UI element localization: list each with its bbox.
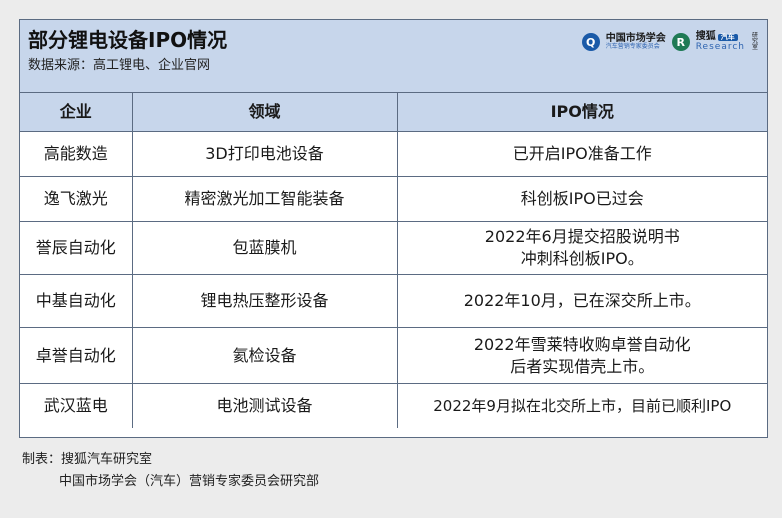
column-header-field: 领域 (131, 93, 398, 132)
footer-line-2: 中国市场学会（汽车）营销专家委员会研究部 (59, 474, 320, 489)
table-row: 逸飞激光 精密激光加工智能装备 科创板IPO已过会 (20, 176, 767, 222)
cell-company: 中基自动化 (20, 274, 133, 328)
table-row: 卓誉自动化 氦检设备 2022年雪莱特收购卓誉自动化 后者实现借壳上市。 (20, 327, 767, 384)
table-row: 高能数造 3D打印电池设备 已开启IPO准备工作 (20, 131, 767, 177)
research-circle-icon: R (671, 33, 690, 51)
cell-company: 逸飞激光 (20, 176, 133, 222)
column-header-company: 企业 (20, 93, 133, 132)
q-circle-icon: Q (581, 33, 600, 51)
data-source: 数据来源：高工锂电、企业官网 (28, 58, 211, 73)
cell-field: 3D打印电池设备 (131, 131, 398, 177)
cell-company: 高能数造 (20, 131, 133, 177)
cell-ipo: 2022年6月提交招股说明书 冲刺科创板IPO。 (396, 221, 767, 275)
logo-left-text: 中国市场学会 汽车营销专家委员会 (605, 32, 666, 51)
cell-ipo: 2022年雪莱特收购卓誉自动化 后者实现借壳上市。 (396, 327, 767, 384)
footer-line-1: 制表：搜狐汽车研究室 (22, 452, 153, 467)
cell-ipo: 2022年9月拟在北交所上市，目前已顺利IPO (396, 383, 767, 428)
cell-field: 精密激光加工智能装备 (131, 176, 398, 222)
cell-company: 卓誉自动化 (20, 327, 133, 384)
cell-company: 誉辰自动化 (20, 221, 133, 275)
table-header-row: 企业 领域 IPO情况 (20, 93, 767, 132)
table-row: 中基自动化 锂电热压整形设备 2022年10月，已在深交所上市。 (20, 274, 767, 328)
page-title: 部分锂电设备IPO情况 (28, 28, 228, 52)
ipo-table: 企业 领域 IPO情况 高能数造 3D打印电池设备 已开启IPO准备工作 逸飞激… (20, 93, 767, 428)
cell-company: 武汉蓝电 (20, 383, 133, 428)
column-header-ipo: IPO情况 (396, 93, 767, 132)
cell-ipo: 科创板IPO已过会 (396, 176, 767, 222)
cell-ipo: 已开启IPO准备工作 (396, 131, 767, 177)
table-row: 武汉蓝电 电池测试设备 2022年9月拟在北交所上市，目前已顺利IPO (20, 383, 767, 428)
cell-ipo: 2022年10月，已在深交所上市。 (396, 274, 767, 328)
cell-field: 氦检设备 (131, 327, 398, 384)
logo-right-text: 搜狐 汽车 Research (695, 31, 745, 52)
table-header-banner: 部分锂电设备IPO情况 数据来源：高工锂电、企业官网 Q 中国市场学会 汽车营销… (20, 20, 767, 93)
cell-field: 包蓝膜机 (131, 221, 398, 275)
cell-field: 锂电热压整形设备 (131, 274, 398, 328)
cell-field: 电池测试设备 (131, 383, 398, 428)
footer-credits: 制表：搜狐汽车研究室 中国市场学会（汽车）营销专家委员会研究部 (22, 449, 319, 493)
table-row: 誉辰自动化 包蓝膜机 2022年6月提交招股说明书 冲刺科创板IPO。 (20, 221, 767, 275)
logo-vertical-text: 研究室 (751, 32, 758, 51)
table-card: 部分锂电设备IPO情况 数据来源：高工锂电、企业官网 Q 中国市场学会 汽车营销… (19, 19, 768, 438)
logo-group: Q 中国市场学会 汽车营销专家委员会 R 搜狐 汽车 Research 研究室 (581, 28, 759, 56)
